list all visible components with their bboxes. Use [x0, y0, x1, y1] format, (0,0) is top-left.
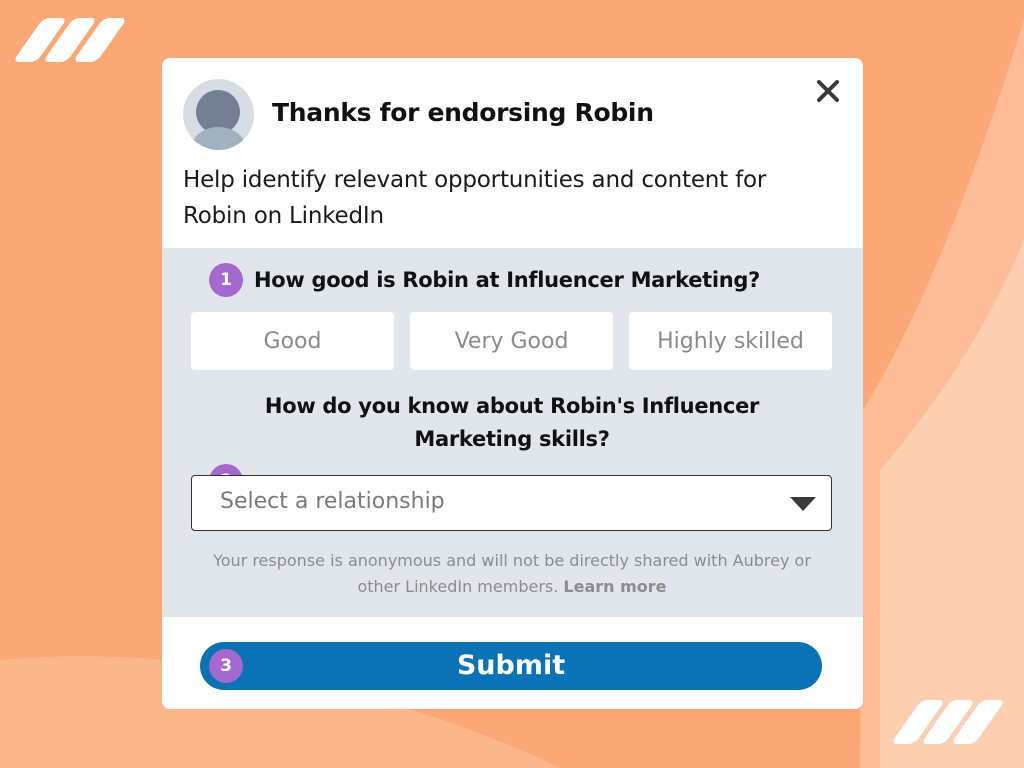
- option-good[interactable]: Good: [191, 312, 394, 370]
- relationship-select-placeholder: Select a relationship: [220, 489, 445, 514]
- disclaimer-text: Your response is anonymous and will not …: [213, 551, 811, 596]
- caret-down-icon: [790, 497, 816, 511]
- skill-level-options: Good Very Good Highly skilled: [191, 312, 832, 370]
- close-icon[interactable]: [813, 76, 843, 106]
- questions-panel: 1 How good is Robin at Influencer Market…: [162, 248, 863, 617]
- decorative-slashes-top-left: [12, 18, 128, 62]
- person-avatar-icon: [183, 79, 254, 150]
- learn-more-link[interactable]: Learn more: [563, 577, 666, 596]
- anonymity-disclaimer: Your response is anonymous and will not …: [202, 548, 822, 600]
- dialog-subtitle: Help identify relevant opportunities and…: [183, 167, 767, 229]
- relationship-select[interactable]: Select a relationship: [191, 475, 832, 531]
- question-1-text: How good is Robin at Influencer Marketin…: [254, 268, 761, 292]
- decorative-slashes-bottom-right: [890, 700, 1006, 744]
- question-2-text: How do you know about Robin's Influencer…: [264, 394, 760, 451]
- option-very-good[interactable]: Very Good: [410, 312, 613, 370]
- step-number-1: 1: [209, 263, 243, 297]
- option-highly-skilled[interactable]: Highly skilled: [629, 312, 832, 370]
- endorsement-dialog: Thanks for endorsing Robin Help identify…: [162, 58, 863, 709]
- submit-button[interactable]: 3 Submit: [200, 642, 822, 690]
- submit-button-label: Submit: [456, 650, 566, 681]
- dialog-title: Thanks for endorsing Robin: [272, 98, 654, 127]
